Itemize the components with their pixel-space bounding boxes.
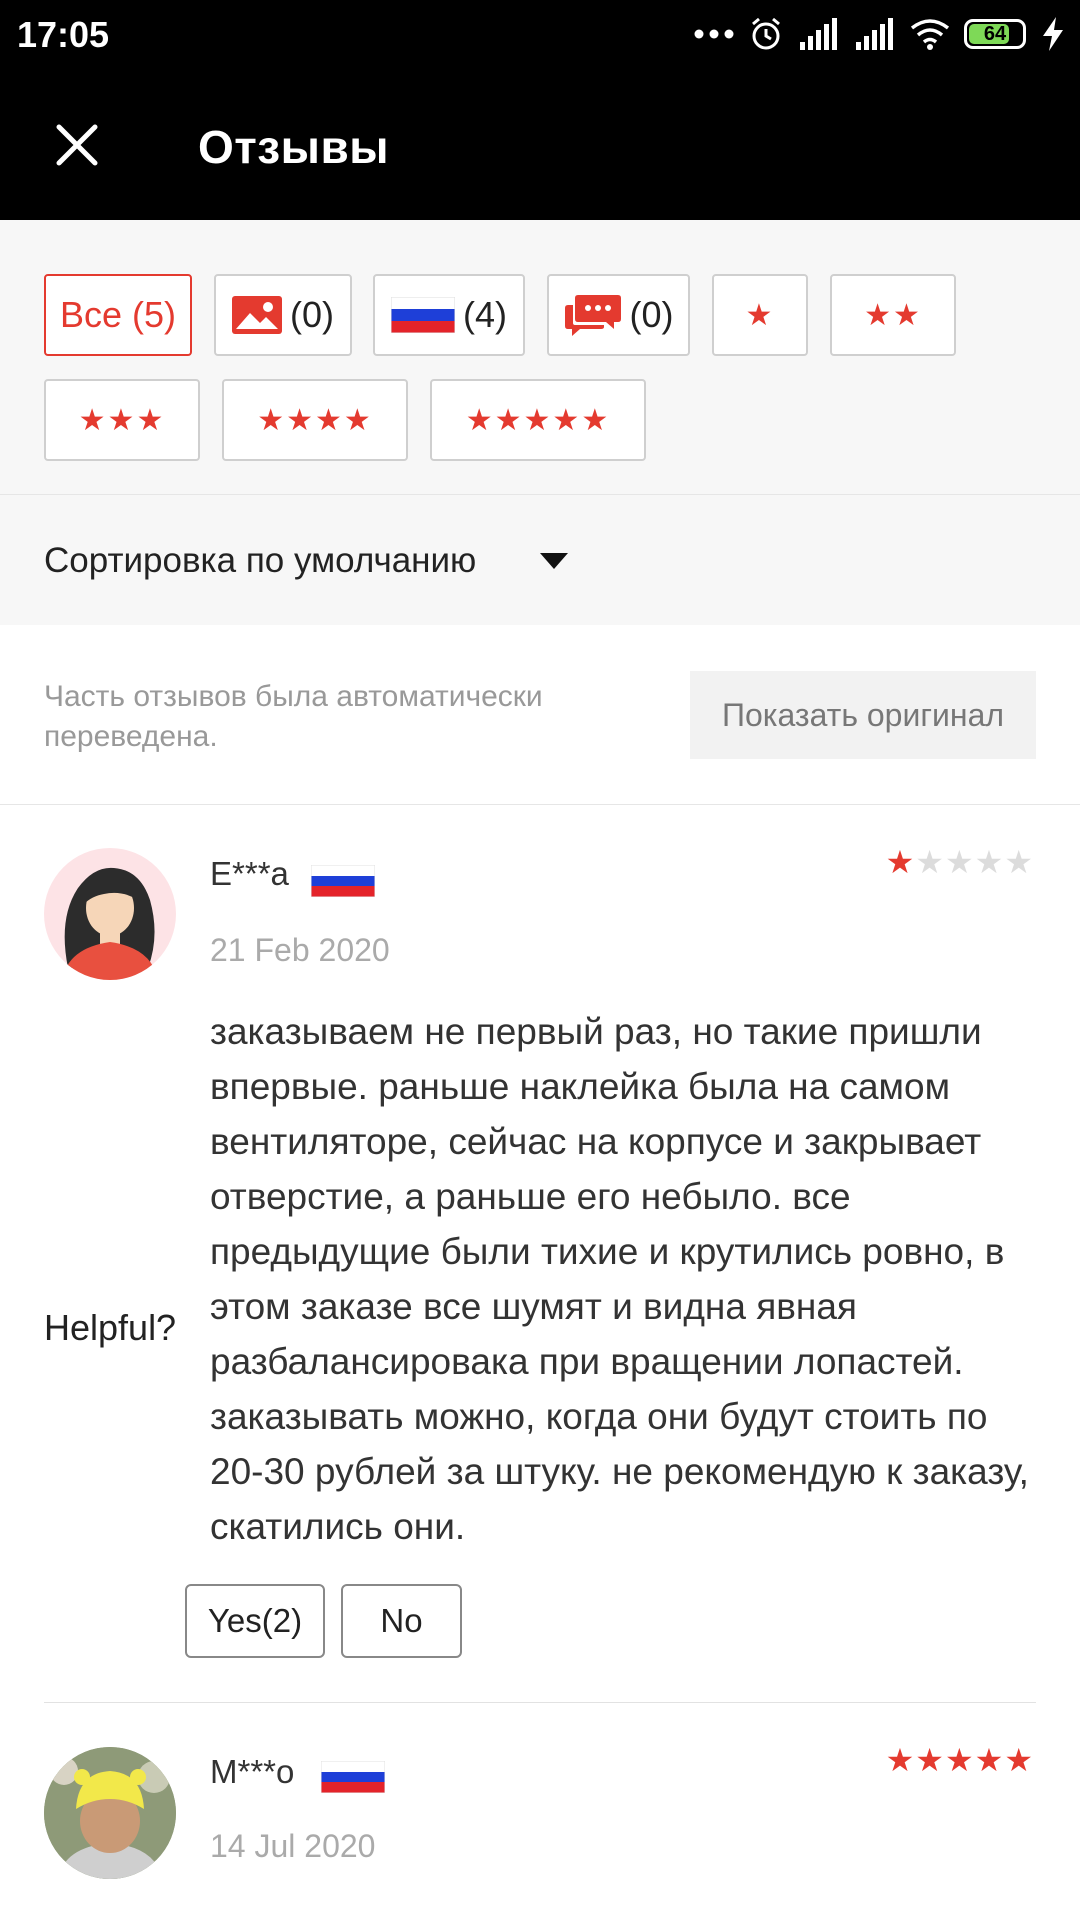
review-date: 14 Jul 2020 — [210, 1828, 376, 1864]
filter-photos[interactable]: (0) — [214, 274, 352, 356]
battery-level: 64 — [983, 23, 1007, 45]
filter-comments[interactable]: (0) — [547, 274, 690, 356]
filter-3-stars[interactable]: ★★★ — [44, 379, 200, 461]
photo-icon — [232, 296, 282, 334]
wifi-icon — [910, 19, 950, 50]
page-title: Отзывы — [198, 121, 390, 173]
star-icon: ★★★★ — [257, 403, 373, 437]
review-text: заказываем не первый раз, но такие пришл… — [210, 1011, 1029, 1547]
sort-label: Сортировка по умолчанию — [44, 541, 477, 580]
translation-notice: Часть отзывов была автоматически перевед… — [0, 625, 1080, 805]
review-date: 21 Feb 2020 — [210, 932, 390, 968]
status-time: 17:05 — [17, 14, 110, 55]
filter-2-stars[interactable]: ★★ — [830, 274, 956, 356]
star-icon: ★★★★★ — [885, 1742, 1034, 1778]
female-avatar-icon — [62, 867, 158, 980]
star-icon: ★ — [745, 298, 775, 332]
helpful-no-button[interactable]: No — [341, 1584, 462, 1658]
avatar — [44, 848, 176, 980]
avatar — [44, 1747, 176, 1879]
battery-icon: 64 — [964, 19, 1026, 49]
star-icon: ★★★★★ — [465, 403, 611, 437]
filter-country-count: (4) — [463, 294, 507, 335]
sort-dropdown[interactable]: Сортировка по умолчанию — [0, 495, 1080, 625]
filter-4-stars[interactable]: ★★★★ — [222, 379, 408, 461]
filter-panel: Все (5) (0) (4) (0) ★ ★★ ★★★ ★★★★ ★★★★★ — [0, 220, 1080, 495]
filter-1-star[interactable]: ★ — [712, 274, 808, 356]
close-icon[interactable] — [50, 118, 104, 172]
filter-all-label: Все (5) — [59, 294, 177, 335]
helpful-yes-button[interactable]: Yes(2) — [185, 1584, 325, 1658]
translation-notice-text: Часть отзывов была автоматически перевед… — [44, 680, 543, 753]
chat-icon — [564, 295, 621, 336]
toolbar: Отзывы — [0, 100, 1080, 190]
review-item: E***a 21 Feb 2020 ★★★★★ заказываем не пе… — [0, 805, 1080, 1705]
star-icon: ★★★★ — [915, 844, 1034, 880]
russia-flag-icon — [311, 865, 375, 897]
top-bar: 17:05 64 Отзывы — [0, 0, 1080, 220]
show-original-button[interactable]: Показать оригинал — [690, 671, 1036, 759]
filter-5-stars[interactable]: ★★★★★ — [430, 379, 646, 461]
status-icons: 64 — [694, 14, 1066, 54]
filter-all[interactable]: Все (5) — [44, 274, 192, 356]
signal-icon — [856, 18, 893, 50]
star-icon: ★★ — [864, 298, 922, 332]
russia-flag-icon — [391, 297, 455, 333]
star-icon: ★ — [885, 844, 916, 880]
more-dots-icon — [694, 29, 734, 39]
status-bar: 17:05 64 — [0, 0, 1080, 70]
helpful-label: Helpful? — [44, 1307, 177, 1348]
reviewer-name: M***o — [210, 1753, 295, 1790]
signal-icon — [800, 18, 837, 50]
review-rating: ★★★★★ — [886, 843, 1034, 881]
review-rating: ★★★★★ — [886, 1741, 1034, 1779]
filter-country[interactable]: (4) — [373, 274, 525, 356]
review-item: M***o 14 Jul 2020 ★★★★★ — [0, 1703, 1080, 1920]
filter-comments-count: (0) — [629, 294, 674, 335]
charging-icon — [1043, 17, 1063, 51]
russia-flag-icon — [321, 1761, 385, 1793]
dropdown-arrow-icon — [540, 553, 568, 569]
star-icon: ★★★ — [78, 403, 166, 437]
alarm-icon — [752, 17, 780, 50]
user-photo-avatar — [44, 1747, 176, 1879]
reviewer-name: E***a — [210, 855, 289, 892]
filter-photos-count: (0) — [290, 294, 334, 335]
